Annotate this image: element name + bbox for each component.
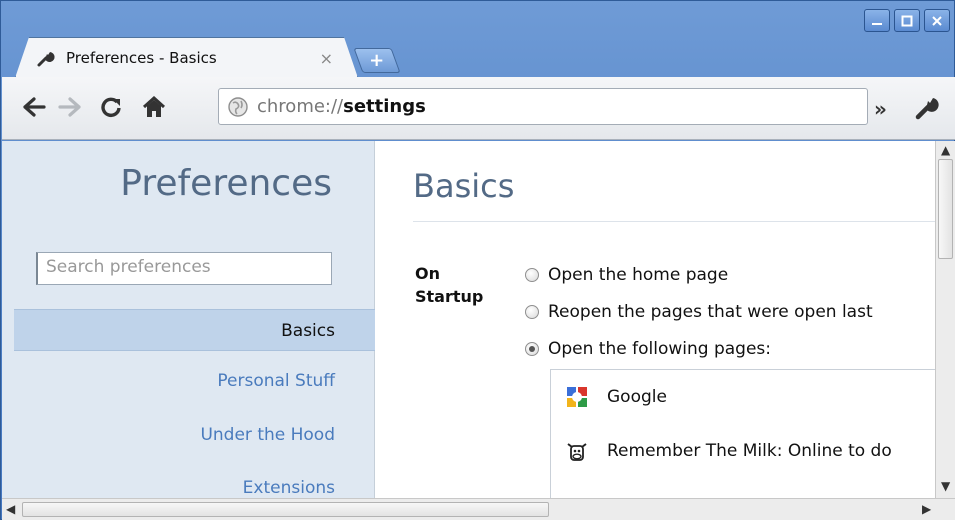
globe-icon — [228, 96, 248, 117]
main-panel: Basics On Startup Open the home page Reo… — [375, 141, 950, 498]
google-favicon-icon — [567, 387, 587, 407]
radio-button[interactable] — [525, 305, 539, 319]
cow-favicon-icon — [567, 443, 587, 461]
startup-option-reopen-pages[interactable]: Reopen the pages that were open last — [525, 300, 873, 324]
wrench-icon — [915, 98, 939, 120]
sidebar-item-extensions[interactable]: Extensions — [14, 467, 375, 498]
list-item[interactable]: Remember The Milk: Online to do — [565, 436, 892, 466]
tab-close-icon[interactable]: × — [320, 49, 333, 68]
horizontal-scrollbar[interactable]: ◀ ▶ — [2, 498, 955, 520]
scroll-up-icon[interactable]: ▲ — [941, 143, 950, 157]
wrench-menu-button[interactable] — [914, 93, 942, 121]
list-item[interactable]: Google — [565, 382, 667, 412]
back-button[interactable] — [22, 96, 46, 118]
startup-pages-list: Google Remember The Milk: Online to do — [550, 369, 950, 498]
window-controls — [864, 9, 950, 32]
sidebar: Preferences Search preferences Basics Pe… — [2, 141, 375, 498]
option-label: Open the following pages: — [548, 339, 771, 359]
reload-button[interactable] — [100, 96, 122, 118]
sidebar-item-under-the-hood[interactable]: Under the Hood — [14, 414, 375, 456]
startup-option-home-page[interactable]: Open the home page — [525, 263, 728, 287]
page-title: Remember The Milk: Online to do — [607, 441, 892, 461]
url-scheme: chrome:// — [257, 96, 344, 117]
vertical-scrollbar[interactable]: ▲ ▼ — [935, 141, 955, 498]
search-input[interactable]: Search preferences — [36, 252, 332, 285]
radio-button[interactable] — [525, 268, 539, 282]
sidebar-title: Preferences — [120, 163, 332, 204]
home-icon — [142, 96, 166, 117]
page-title: Google — [607, 387, 667, 407]
close-window-button[interactable] — [924, 9, 950, 32]
new-tab-button[interactable]: + — [353, 48, 401, 73]
forward-button[interactable] — [58, 96, 82, 118]
scroll-left-icon[interactable]: ◀ — [6, 502, 15, 516]
tab-title: Preferences - Basics — [66, 49, 217, 67]
url-text: chrome://settings — [257, 96, 426, 117]
radio-button-checked[interactable] — [525, 342, 539, 356]
toolbar: chrome://settings » — [2, 77, 955, 140]
on-startup-label: On Startup — [415, 262, 495, 308]
sidebar-item-basics[interactable]: Basics — [14, 309, 375, 351]
url-host: settings — [343, 96, 426, 117]
back-arrow-icon — [23, 97, 46, 117]
scroll-down-icon[interactable]: ▼ — [941, 479, 950, 493]
minimize-button[interactable] — [864, 9, 890, 32]
close-icon — [932, 15, 942, 26]
sidebar-item-personal-stuff[interactable]: Personal Stuff — [14, 360, 375, 402]
title-divider — [413, 221, 943, 222]
horizontal-scroll-thumb[interactable] — [22, 502, 549, 517]
browser-window: Preferences - Basics × + chrome://settin… — [0, 0, 955, 520]
maximize-button[interactable] — [894, 9, 920, 32]
vertical-scroll-thumb[interactable] — [938, 159, 953, 259]
tab-preferences[interactable]: Preferences - Basics × — [15, 37, 358, 78]
scroll-right-icon[interactable]: ▶ — [922, 502, 931, 516]
address-bar[interactable]: chrome://settings — [218, 88, 868, 125]
option-label: Reopen the pages that were open last — [548, 302, 873, 322]
minimize-icon — [872, 22, 882, 25]
forward-arrow-icon — [58, 97, 81, 117]
home-button[interactable] — [142, 96, 166, 118]
startup-option-following-pages[interactable]: Open the following pages: — [525, 337, 771, 361]
maximize-icon — [901, 15, 913, 26]
reload-icon — [101, 97, 121, 118]
page-title: Basics — [413, 167, 515, 205]
option-label: Open the home page — [548, 265, 729, 285]
overflow-chevron-button[interactable]: » — [874, 97, 887, 121]
on-startup-label-line2: Startup — [415, 287, 484, 306]
settings-page: Preferences Search preferences Basics Pe… — [2, 141, 955, 498]
on-startup-label-line1: On — [415, 264, 440, 283]
wrench-icon — [37, 52, 55, 67]
plus-icon: + — [369, 49, 385, 71]
